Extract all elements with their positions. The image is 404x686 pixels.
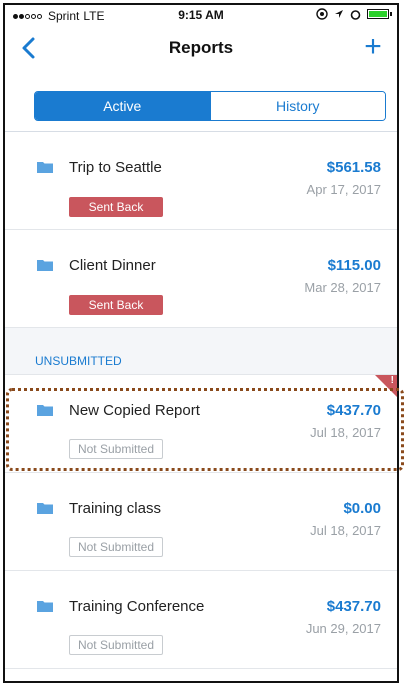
status-badge: Not Submitted <box>69 537 163 557</box>
battery-icon <box>367 9 392 19</box>
folder-icon <box>37 260 53 271</box>
status-badge: Sent Back <box>69 295 163 315</box>
report-date: Mar 28, 2017 <box>304 280 381 295</box>
report-filter-segmented-control: Active History <box>34 91 386 121</box>
report-date: Jul 18, 2017 <box>310 425 381 440</box>
report-date: Jul 18, 2017 <box>310 523 381 538</box>
alarm-icon <box>350 9 361 20</box>
report-row[interactable]: Trip to Seattle $561.58 Apr 17, 2017 Sen… <box>5 132 397 230</box>
report-row[interactable]: New Copied Report $437.70 Jul 18, 2017 N… <box>5 375 397 473</box>
section-title: UNSUBMITTED <box>35 354 122 368</box>
location-icon <box>316 8 328 20</box>
folder-icon <box>37 601 53 612</box>
status-bar: Sprint LTE 9:15 AM <box>5 5 397 27</box>
nav-bar: Reports + <box>5 27 397 71</box>
report-row[interactable]: Training class $0.00 Jul 18, 2017 Not Su… <box>5 473 397 571</box>
page-title: Reports <box>168 38 234 57</box>
report-title: Client Dinner <box>69 257 156 274</box>
report-amount: $0.00 <box>343 500 381 517</box>
report-amount: $115.00 <box>327 257 381 274</box>
report-title: Trip to Seattle <box>69 159 162 176</box>
folder-icon <box>37 162 53 173</box>
phone-frame: Sprint LTE 9:15 AM Reports + Active Hist… <box>3 3 399 683</box>
warning-mark: ! <box>390 375 394 386</box>
report-title: Training class <box>69 500 161 517</box>
report-date: Apr 17, 2017 <box>306 182 381 197</box>
report-title: New Copied Report <box>69 402 200 419</box>
folder-icon <box>37 405 53 416</box>
folder-icon <box>37 503 53 514</box>
report-date: Jun 29, 2017 <box>305 621 381 636</box>
status-badge: Sent Back <box>69 197 163 217</box>
reports-list: Trip to Seattle $561.58 Apr 17, 2017 Sen… <box>5 132 397 669</box>
status-badge: Not Submitted <box>69 439 163 459</box>
report-row[interactable]: Client Dinner $115.00 Mar 28, 2017 Sent … <box>5 230 397 328</box>
add-report-button[interactable]: + <box>357 31 389 63</box>
report-amount: $437.70 <box>326 598 381 615</box>
report-row[interactable]: Training Conference $437.70 Jun 29, 2017… <box>5 571 397 669</box>
section-header-unsubmitted: UNSUBMITTED <box>5 328 397 375</box>
plus-icon: + <box>364 30 382 63</box>
report-amount: $561.58 <box>326 159 381 176</box>
navigation-arrow-icon <box>335 10 343 18</box>
tab-history[interactable]: History <box>209 92 385 120</box>
tab-active[interactable]: Active <box>35 92 210 120</box>
status-right <box>316 8 392 20</box>
report-title: Training Conference <box>69 598 205 615</box>
report-amount: $437.70 <box>326 402 381 419</box>
status-badge: Not Submitted <box>69 635 163 655</box>
